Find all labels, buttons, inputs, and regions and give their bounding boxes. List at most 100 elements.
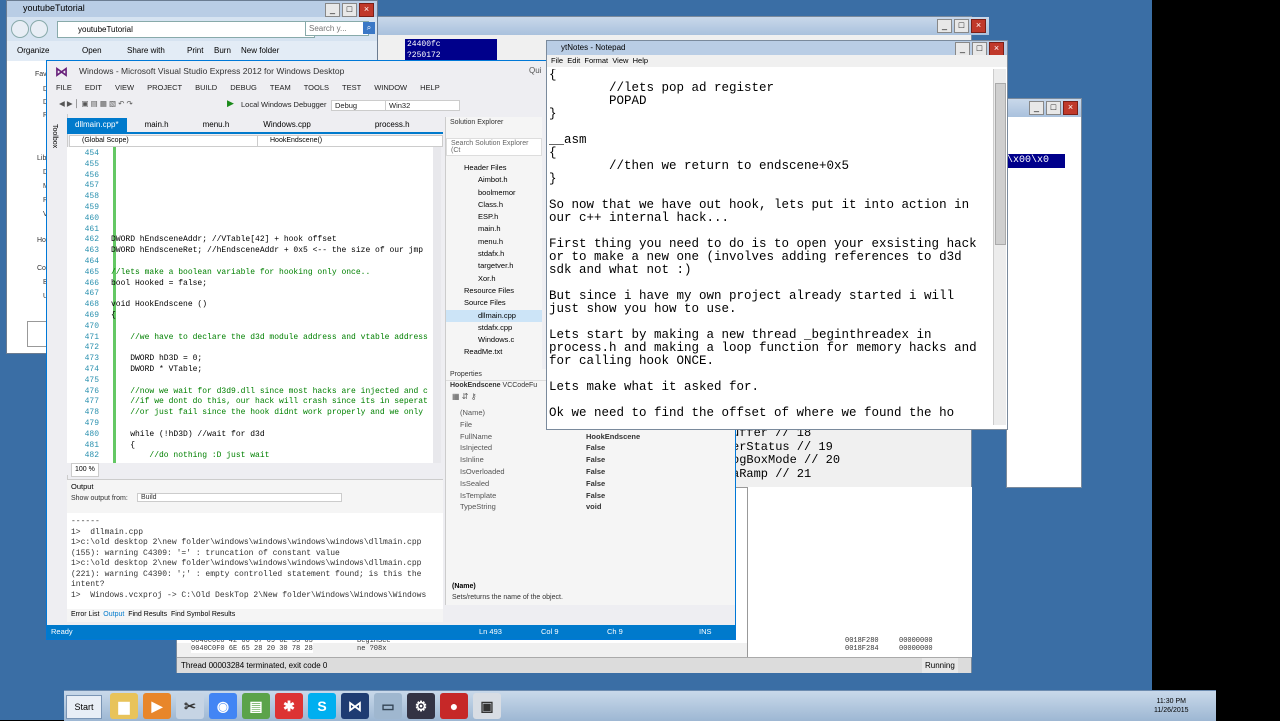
property-row[interactable]: IsInline False [446, 454, 735, 466]
chrome-icon[interactable]: ◉ [209, 693, 237, 719]
tab-menu-h[interactable]: menu.h [195, 118, 238, 132]
start-button[interactable]: Start [66, 695, 102, 719]
print-button[interactable]: Print [187, 41, 203, 61]
menu-debug[interactable]: DEBUG [230, 83, 257, 92]
close-icon[interactable]: × [359, 3, 374, 17]
notepad-menu-help[interactable]: Help [633, 56, 648, 65]
config-dropdown[interactable]: Debug [331, 100, 386, 111]
tab-main-h[interactable]: main.h [137, 118, 177, 132]
solution-item[interactable]: Header Files [446, 162, 542, 174]
property-row[interactable]: IsInjected False [446, 442, 735, 454]
notepad-scrollbar[interactable] [993, 69, 1006, 425]
property-row[interactable]: IsTemplate False [446, 490, 735, 502]
menu-tools[interactable]: TOOLS [304, 83, 329, 92]
maximize-icon[interactable]: □ [1046, 101, 1061, 115]
menu-view[interactable]: VIEW [115, 83, 134, 92]
burn-button[interactable]: Burn [214, 41, 231, 61]
solution-item[interactable]: boolmemor [446, 187, 542, 199]
search-input[interactable] [305, 21, 369, 36]
tab-error-list[interactable]: Error List [71, 611, 99, 618]
solution-item[interactable]: Xor.h [446, 273, 542, 285]
debugger-target[interactable]: Local Windows Debugger [241, 100, 326, 109]
background-window[interactable]: _ □ × \x00\x0 [1006, 98, 1082, 488]
minimize-icon[interactable]: _ [937, 19, 952, 33]
solution-item[interactable]: targetver.h [446, 260, 542, 272]
media-player-icon[interactable]: ▶ [143, 693, 171, 719]
window-icon[interactable]: ▣ [473, 693, 501, 719]
skype-icon[interactable]: S [308, 693, 336, 719]
menu-test[interactable]: TEST [342, 83, 361, 92]
tab-find-results[interactable]: Find Results [128, 611, 167, 618]
toolbar-icons[interactable]: ◀ ▶ │ ▣ ▤ ▦ ▧ ↶ ↷ [59, 99, 133, 108]
member-dropdown[interactable]: HookEndscene() [257, 135, 443, 147]
platform-dropdown[interactable]: Win32 [385, 100, 460, 111]
play-icon[interactable]: ▶ [227, 98, 234, 109]
output-source-dropdown[interactable]: Build [137, 493, 342, 502]
scope-dropdown[interactable]: (Global Scope) [69, 135, 269, 147]
close-icon[interactable]: × [989, 42, 1004, 56]
property-row[interactable]: FullName HookEndscene [446, 431, 735, 443]
solution-item[interactable]: menu.h [446, 236, 542, 248]
maximize-icon[interactable]: □ [954, 19, 969, 33]
solution-item[interactable]: stdafx.cpp [446, 322, 542, 334]
minimize-icon[interactable]: _ [1029, 101, 1044, 115]
settings-gear-icon[interactable]: ⚙ [407, 693, 435, 719]
notepad-icon[interactable]: ▭ [374, 693, 402, 719]
visual-studio-icon[interactable]: ⋈ [341, 693, 369, 719]
tools-icon[interactable]: ✂ [176, 693, 204, 719]
notepad-menu-format[interactable]: Format [584, 56, 608, 65]
notepad-menu-edit[interactable]: Edit [567, 56, 580, 65]
menu-team[interactable]: TEAM [270, 83, 291, 92]
clock-time[interactable]: 11:30 PM [1154, 697, 1189, 706]
notepad-menu-file[interactable]: File [551, 56, 563, 65]
solution-item[interactable]: ESP.h [446, 211, 542, 223]
solution-item[interactable]: stdafx.h [446, 248, 542, 260]
menu-window[interactable]: WINDOW [374, 83, 407, 92]
solution-item[interactable]: ReadMe.txt [446, 346, 542, 358]
search-icon[interactable]: ⌕ [363, 22, 375, 34]
file-explorer-icon[interactable]: ▆ [110, 693, 138, 719]
solution-item[interactable]: Source Files [446, 297, 542, 309]
address-bar[interactable]: youtubeTutorial [57, 21, 315, 38]
solution-item[interactable]: main.h [446, 223, 542, 235]
solution-search-input[interactable]: Search Solution Explorer (Ct [446, 138, 542, 156]
zoom-level[interactable]: 100 % [71, 463, 99, 477]
menu-help[interactable]: HELP [420, 83, 440, 92]
asterisk-app-icon[interactable]: ✱ [275, 693, 303, 719]
share-with-button[interactable]: Share with [127, 41, 165, 61]
maximize-icon[interactable]: □ [972, 42, 987, 56]
solution-item[interactable]: Aimbot.h [446, 174, 542, 186]
tab-find-symbol-results[interactable]: Find Symbol Results [171, 611, 235, 618]
new-folder-button[interactable]: New folder [241, 41, 279, 61]
menu-project[interactable]: PROJECT [147, 83, 182, 92]
tab-output[interactable]: Output [103, 611, 124, 618]
maximize-icon[interactable]: □ [342, 3, 357, 17]
back-icon[interactable] [11, 20, 29, 38]
solution-item[interactable]: Class.h [446, 199, 542, 211]
tab-process-h[interactable]: process.h [367, 118, 418, 132]
open-button[interactable]: Open [82, 41, 102, 61]
menu-file[interactable]: FILE [56, 83, 72, 92]
notepad-text-area[interactable]: { //lets pop ad register POPAD} __asm{ //… [549, 69, 991, 424]
property-row[interactable]: IsSealed False [446, 478, 735, 490]
minimize-icon[interactable]: _ [325, 3, 340, 17]
spreadsheet-icon[interactable]: ▤ [242, 693, 270, 719]
forward-icon[interactable] [30, 20, 48, 38]
close-icon[interactable]: × [971, 19, 986, 33]
close-icon[interactable]: × [1063, 101, 1078, 115]
notepad-window[interactable]: ytNotes - Notepad _ □ × File Edit Format V… [546, 40, 1008, 430]
sidebar-item-favorites[interactable]: Fav [35, 71, 47, 78]
solution-item[interactable]: dllmain.cpp [446, 309, 542, 322]
property-row[interactable]: IsOverloaded False [446, 466, 735, 478]
code-editor[interactable]: 454 455 456 457 458 459 460 461 462 DWORD hEndsce… [67, 147, 441, 463]
clock-date[interactable]: 11/26/2015 [1154, 706, 1189, 715]
minimize-icon[interactable]: _ [955, 42, 970, 56]
menu-build[interactable]: BUILD [195, 83, 217, 92]
organize-button[interactable]: Organize [17, 41, 49, 61]
record-icon[interactable]: ● [440, 693, 468, 719]
tab-windows-cpp[interactable]: Windows.cpp [255, 118, 319, 132]
solution-item[interactable]: Resource Files [446, 285, 542, 297]
tab-dllmain[interactable]: dllmain.cpp* [67, 118, 127, 132]
menu-edit[interactable]: EDIT [85, 83, 102, 92]
solution-item[interactable]: Windows.c [446, 334, 542, 346]
